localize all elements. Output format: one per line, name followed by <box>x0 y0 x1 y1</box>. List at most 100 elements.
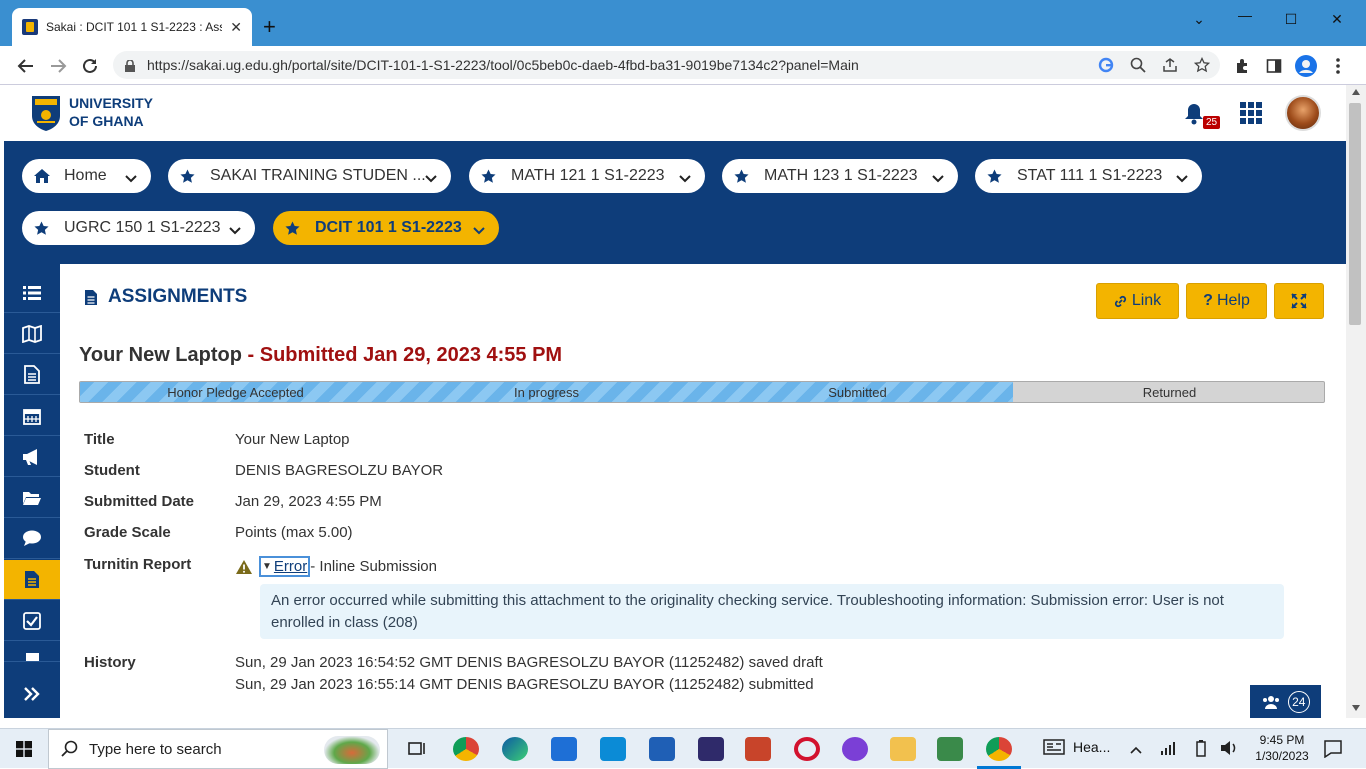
word-taskbar-icon[interactable] <box>649 737 675 761</box>
user-avatar[interactable] <box>1285 95 1321 131</box>
show-hidden-icons-chevron-icon[interactable] <box>1130 741 1142 759</box>
tool-announcements[interactable] <box>4 437 60 477</box>
notifications-bell-icon[interactable] <box>1184 103 1204 130</box>
presence-button[interactable]: 24 <box>1250 685 1321 718</box>
opera-taskbar-icon[interactable] <box>794 737 820 761</box>
university-name[interactable]: UNIVERSITY OF GHANA <box>69 94 153 130</box>
maximize-icon[interactable]: ☐ <box>1281 11 1301 31</box>
search-highlight-image[interactable] <box>324 736 380 764</box>
lock-icon[interactable] <box>125 59 135 72</box>
tool-resources[interactable] <box>4 478 60 518</box>
assignment-heading: Your New Laptop - Submitted Jan 29, 2023… <box>79 344 562 367</box>
page-scrollbar[interactable] <box>1346 85 1366 718</box>
site-header: UNIVERSITY OF GHANA 25 <box>4 85 1346 141</box>
chevron-down-icon[interactable] <box>229 222 241 240</box>
university-crest-logo[interactable] <box>31 94 61 132</box>
chrome-taskbar-icon[interactable] <box>453 737 479 761</box>
site-tab-label: Home <box>64 167 107 184</box>
google-icon[interactable] <box>1098 57 1114 73</box>
error-link-text[interactable]: Error <box>274 558 307 575</box>
browser-tab[interactable]: Sakai : DCIT 101 1 S1-2223 : Assignments… <box>12 8 252 46</box>
news-widget-label: Hea... <box>1073 739 1111 755</box>
vpn-taskbar-icon[interactable] <box>842 737 868 761</box>
chevron-down-icon[interactable] <box>932 170 944 188</box>
tool-menu-toggle[interactable] <box>4 273 60 313</box>
windows-start-icon[interactable] <box>16 741 32 762</box>
fullscreen-button[interactable] <box>1274 283 1324 319</box>
new-tab-icon[interactable]: + <box>263 16 276 38</box>
title-value: Your New Laptop <box>235 431 350 448</box>
site-tab-label: MATH 123 1 S1-2223 <box>764 167 918 184</box>
site-tab-sakai-training[interactable]: SAKAI TRAINING STUDEN ... <box>168 159 451 193</box>
chevron-down-icon[interactable] <box>1176 170 1188 188</box>
help-button[interactable]: ? Help <box>1186 283 1267 319</box>
star-icon <box>987 168 1003 184</box>
close-window-icon[interactable]: ✕ <box>1327 11 1347 31</box>
tool-gradebook[interactable] <box>4 642 60 662</box>
network-icon[interactable] <box>1160 741 1176 760</box>
collapse-menu-button[interactable] <box>4 670 60 718</box>
back-icon[interactable] <box>14 54 38 78</box>
profile-icon[interactable] <box>1294 54 1318 78</box>
screen-share-taskbar-icon[interactable] <box>600 737 626 761</box>
chrome-active-taskbar-icon[interactable] <box>986 737 1012 761</box>
app-taskbar-icon[interactable] <box>937 737 963 761</box>
browser-chrome: Sakai : DCIT 101 1 S1-2223 : Assignments… <box>0 0 1366 85</box>
chat-bubble-icon <box>22 530 42 547</box>
star-icon <box>734 168 750 184</box>
star-icon <box>481 168 497 184</box>
address-bar[interactable]: https://sakai.ug.edu.gh/portal/site/DCIT… <box>113 51 1220 79</box>
submitted-date-label: Submitted Date <box>84 493 195 510</box>
bookmark-star-icon[interactable] <box>1193 56 1211 73</box>
chevron-down-icon[interactable] <box>679 170 691 188</box>
tool-overview[interactable] <box>4 314 60 354</box>
close-tab-icon[interactable]: ✕ <box>230 19 242 36</box>
chevron-down-icon[interactable] <box>125 170 137 188</box>
notifications-center-icon[interactable] <box>1324 740 1342 763</box>
taskbar-search[interactable]: Type here to search <box>48 729 388 769</box>
chevron-down-icon[interactable] <box>425 170 437 188</box>
task-view-icon[interactable] <box>404 737 430 761</box>
site-tab-stat-111[interactable]: STAT 111 1 S1-2223 <box>975 159 1202 193</box>
link-button[interactable]: Link <box>1096 283 1179 319</box>
tab-search-icon[interactable]: ⌄ <box>1189 11 1209 31</box>
site-tab-math-121[interactable]: MATH 121 1 S1-2223 <box>469 159 705 193</box>
minimize-icon[interactable]: — <box>1235 7 1255 27</box>
tool-calendar[interactable] <box>4 396 60 436</box>
scroll-up-arrow[interactable] <box>1352 89 1360 95</box>
system-clock[interactable]: 9:45 PM 1/30/2023 <box>1252 732 1312 764</box>
extensions-icon[interactable] <box>1230 54 1254 78</box>
side-panel-icon[interactable] <box>1262 54 1286 78</box>
map-icon <box>22 324 42 343</box>
scrollbar-thumb[interactable] <box>1349 103 1361 325</box>
latex-taskbar-icon[interactable] <box>698 737 724 761</box>
apps-grid-icon[interactable] <box>1240 102 1262 129</box>
volume-icon[interactable] <box>1220 740 1238 761</box>
tool-syllabus[interactable] <box>4 355 60 395</box>
document-icon <box>24 365 40 384</box>
site-tab-dcit-101[interactable]: DCIT 101 1 S1-2223 <box>273 211 499 245</box>
reload-icon[interactable] <box>78 54 102 78</box>
zoom-icon[interactable] <box>1130 57 1146 73</box>
error-toggle-link[interactable]: ▼ Error <box>259 556 311 577</box>
tool-forums[interactable] <box>4 519 60 559</box>
file-explorer-taskbar-icon[interactable] <box>890 737 916 761</box>
share-icon[interactable] <box>1162 57 1178 73</box>
tool-assignments[interactable] <box>4 560 60 600</box>
browser-menu-icon[interactable] <box>1326 54 1350 78</box>
powerpoint-taskbar-icon[interactable] <box>745 737 771 761</box>
tool-title-text: ASSIGNMENTS <box>108 286 248 307</box>
calendar-icon <box>23 407 41 425</box>
mail-taskbar-icon[interactable] <box>551 737 577 761</box>
caret-down-icon: ▼ <box>262 561 272 572</box>
forward-icon[interactable] <box>46 54 70 78</box>
news-widget[interactable]: Hea... <box>1043 739 1110 755</box>
site-tab-ugrc-150[interactable]: UGRC 150 1 S1-2223 <box>22 211 255 245</box>
chevron-down-icon[interactable] <box>473 222 485 240</box>
tool-tests-quizzes[interactable] <box>4 601 60 641</box>
site-tab-home[interactable]: Home <box>22 159 151 193</box>
site-tab-math-123[interactable]: MATH 123 1 S1-2223 <box>722 159 958 193</box>
scroll-down-arrow[interactable] <box>1352 705 1360 711</box>
battery-icon[interactable] <box>1194 739 1208 762</box>
edge-taskbar-icon[interactable] <box>502 737 528 761</box>
